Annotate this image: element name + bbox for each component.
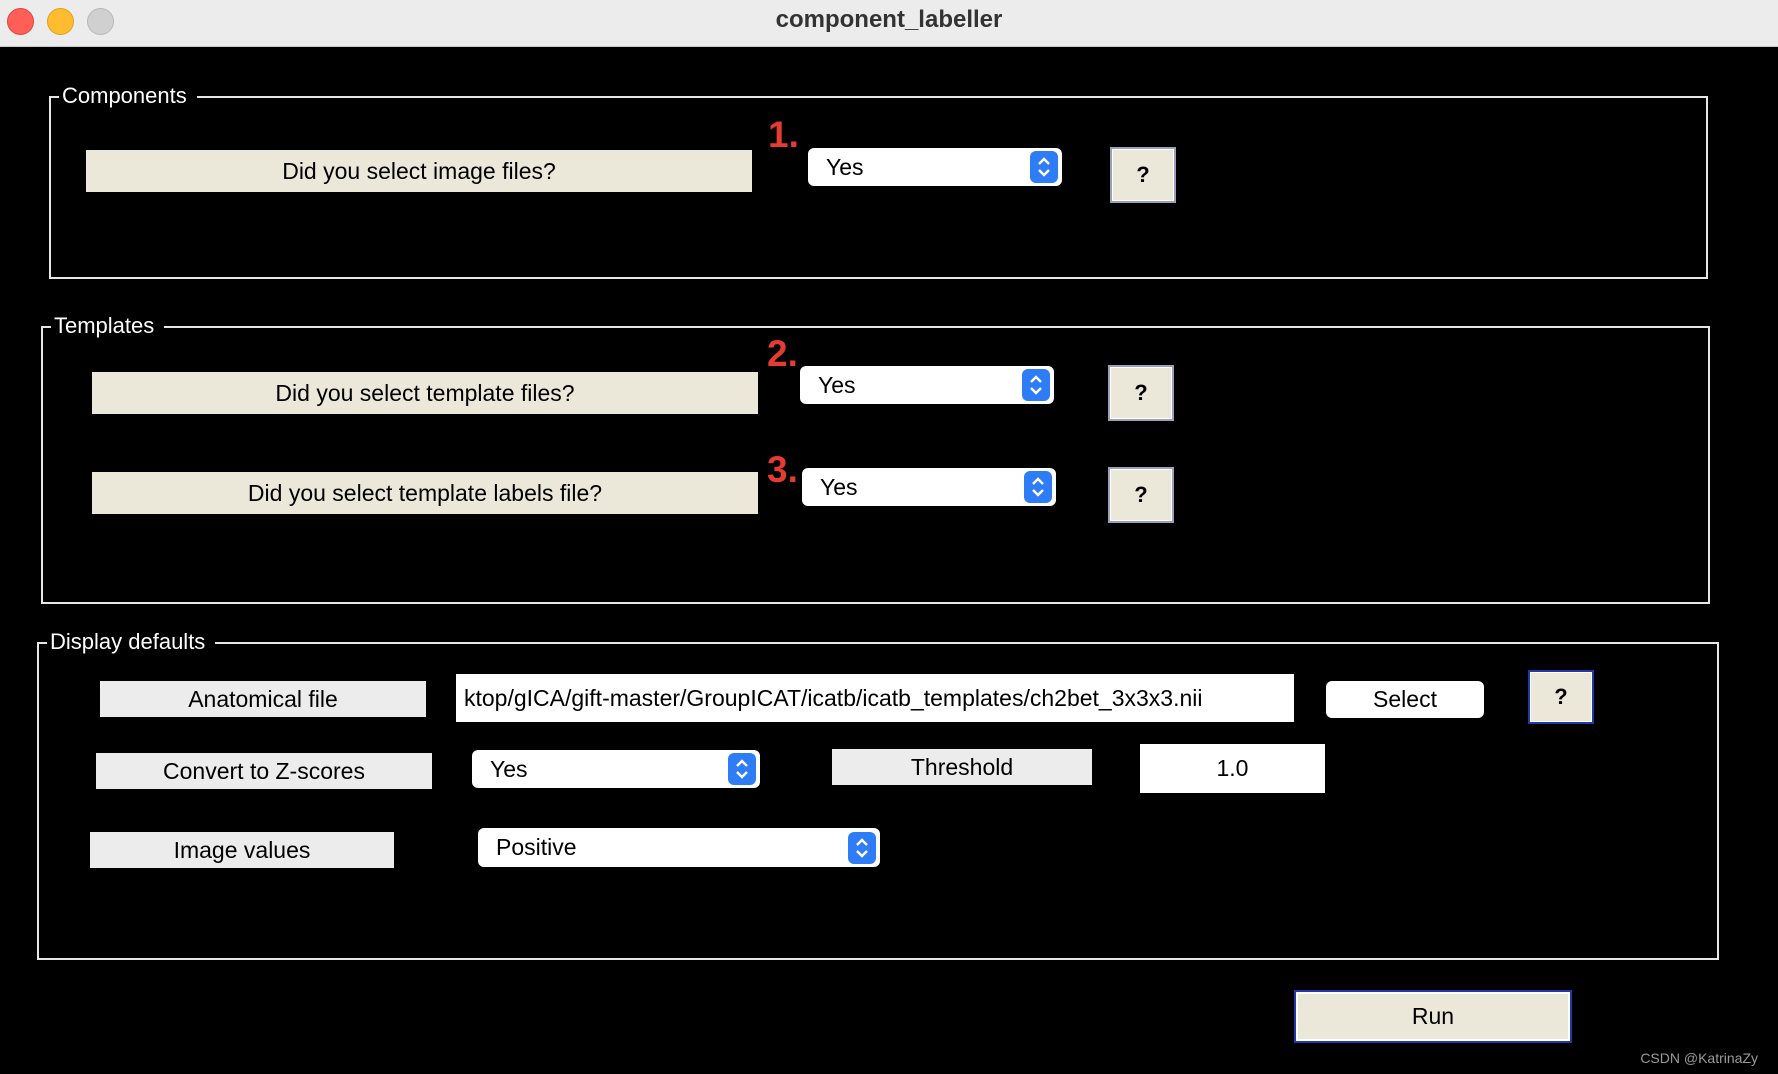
image-values-label: Image values — [90, 832, 394, 868]
template-files-select-value: Yes — [818, 371, 856, 398]
template-labels-select[interactable]: Yes — [802, 468, 1056, 506]
chevron-updown-icon — [728, 753, 756, 785]
anatomical-file-path: ktop/gICA/gift-master/GroupICAT/icatb/ic… — [464, 684, 1203, 711]
image-files-select-value: Yes — [826, 153, 864, 180]
template-labels-select-value: Yes — [820, 473, 858, 500]
template-labels-question: Did you select template labels file? — [92, 472, 758, 514]
image-values-select-value: Positive — [496, 834, 577, 860]
anatomical-file-help-button[interactable]: ? — [1528, 670, 1594, 724]
step-number-2: 2. — [767, 333, 798, 374]
chevron-updown-icon — [1024, 471, 1052, 503]
zscores-select[interactable]: Yes — [472, 750, 760, 788]
anatomical-file-label: Anatomical file — [100, 681, 426, 717]
templates-legend: Templates — [51, 313, 165, 339]
chevron-updown-icon — [1022, 369, 1050, 401]
threshold-value: 1.0 — [1216, 755, 1249, 781]
components-legend: Components — [59, 83, 197, 109]
step-number-1: 1. — [768, 114, 799, 155]
threshold-field[interactable]: 1.0 — [1140, 744, 1325, 793]
image-files-select[interactable]: Yes — [808, 148, 1062, 186]
window-title-bar: component_labeller — [0, 0, 1778, 47]
template-files-select[interactable]: Yes — [800, 366, 1054, 404]
image-values-select[interactable]: Positive — [478, 828, 880, 867]
template-labels-help-button[interactable]: ? — [1108, 467, 1174, 523]
watermark: CSDN @KatrinaZy — [1640, 1050, 1758, 1066]
image-files-question: Did you select image files? — [86, 150, 752, 192]
threshold-label: Threshold — [832, 749, 1092, 785]
image-files-help-button[interactable]: ? — [1110, 147, 1176, 203]
run-button[interactable]: Run — [1294, 990, 1572, 1043]
chevron-updown-icon — [848, 831, 876, 864]
select-anatomical-file-button[interactable]: Select — [1326, 681, 1484, 718]
display-defaults-legend: Display defaults — [47, 629, 216, 655]
step-number-3: 3. — [767, 449, 798, 490]
chevron-updown-icon — [1030, 151, 1058, 183]
zscores-select-value: Yes — [490, 755, 528, 782]
template-files-question: Did you select template files? — [92, 372, 758, 414]
zscores-label: Convert to Z-scores — [96, 753, 432, 789]
template-files-help-button[interactable]: ? — [1108, 365, 1174, 421]
anatomical-file-path-field[interactable]: ktop/gICA/gift-master/GroupICAT/icatb/ic… — [456, 674, 1294, 722]
window-title: component_labeller — [775, 6, 1003, 33]
